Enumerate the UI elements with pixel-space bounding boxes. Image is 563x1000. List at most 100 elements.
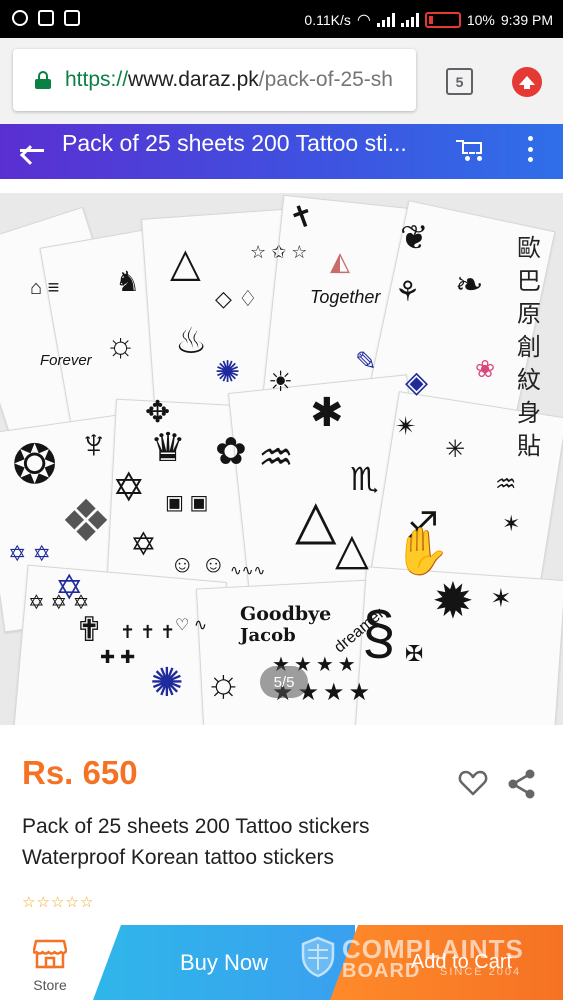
tribal-band-tattoo: § xyxy=(362,599,396,666)
wings-tattoo: ❦ xyxy=(400,219,429,257)
side-char: 原 xyxy=(517,300,541,328)
lock-icon xyxy=(35,71,51,89)
store-button[interactable]: Store xyxy=(16,937,84,997)
cart-icon[interactable] xyxy=(456,136,486,162)
gallery-counter: 5/5 xyxy=(260,666,308,698)
side-char: 巴 xyxy=(517,267,541,295)
image-side-text: 歐 巴 原 創 紋 身 貼 xyxy=(512,232,546,463)
blue-sun-tattoo: ✺ xyxy=(150,661,184,705)
gothic-text-tattoo-2: Jacob xyxy=(240,625,296,646)
tribal-small-tattoo: ✠ xyxy=(405,641,424,666)
side-char: 貼 xyxy=(517,432,541,460)
small-sun-tattoo: ☀ xyxy=(268,366,294,397)
bird-tattoo: ❖ xyxy=(60,489,112,554)
tribal-tattoo: ❧ xyxy=(455,266,484,304)
stars-row-tattoo: ✡ ✡ ✡ xyxy=(28,592,90,614)
triangle-tattoo-2: △ xyxy=(335,525,369,574)
cross-tattoo-2: ✟ xyxy=(75,611,104,649)
wifi-icon: ◠ xyxy=(356,12,371,29)
star-tattoo-small: ✶ xyxy=(502,511,521,536)
script-tattoo: Together xyxy=(310,287,381,307)
battery-saver-icon xyxy=(38,10,54,26)
side-char: 創 xyxy=(517,333,541,361)
spider-tattoo: ✱ xyxy=(310,391,344,435)
signal-icon xyxy=(376,13,395,27)
store-icon xyxy=(33,939,67,969)
tribal-flame-tattoo: ♨ xyxy=(175,320,208,361)
blue-star-tattoo: ✡ ✡ xyxy=(8,541,51,566)
blue-script-tattoo: ✎ xyxy=(355,346,377,376)
status-right: 0.11K/s ◠ 10% 9:39 PM xyxy=(304,10,553,30)
back-arrow-icon[interactable] xyxy=(16,136,46,166)
url-text[interactable]: https://www.daraz.pk/pack-of-25-sh xyxy=(65,68,393,92)
dragon-tattoo: ♒ xyxy=(258,436,294,480)
wishlist-heart-icon[interactable] xyxy=(458,769,488,797)
stars-tattoo: ☆ ✩ ☆ xyxy=(250,242,308,262)
star-icon: ☆ xyxy=(36,894,50,911)
smiley-tattoo: ☺ ☺ xyxy=(170,551,226,578)
superman-tattoo: ◈ xyxy=(405,366,429,399)
clock: 9:39 PM xyxy=(500,12,553,28)
network-speed: 0.11K/s xyxy=(304,12,351,28)
heart-tattoo: ♡ ∿ xyxy=(175,617,208,634)
scorpion-tattoo: ♏ xyxy=(350,461,379,497)
app-bar: Pack of 25 sheets 200 Tattoo sti... xyxy=(0,124,563,179)
watermark-since: SINCE 2004 xyxy=(440,966,522,978)
angel-tattoo: ♛ xyxy=(150,426,186,470)
battery-icon xyxy=(424,12,461,28)
notification-icons xyxy=(12,10,80,26)
music-icon xyxy=(12,10,28,26)
sun-tattoo-2: ☼ xyxy=(205,661,242,705)
lion-tattoo: ♞ xyxy=(115,266,141,297)
side-char: 身 xyxy=(517,399,541,427)
status-bar: 0.11K/s ◠ 10% 9:39 PM xyxy=(0,0,563,38)
pink-tattoo: ❀ xyxy=(475,356,496,383)
tree-tattoo: ⚘ xyxy=(395,276,421,307)
product-title-line-2: Waterproof Korean tattoo stickers xyxy=(22,846,335,869)
battery-percent: 10% xyxy=(466,12,495,28)
star-icon: ☆ xyxy=(50,894,65,911)
share-icon[interactable] xyxy=(506,768,538,800)
complaints-board-watermark: COMPLAINTS BOARD SINCE 2004 xyxy=(300,932,540,984)
rating-stars[interactable]: ☆ ☆ ☆ ☆ ☆ xyxy=(22,895,93,910)
lotus-tattoo: ✿ xyxy=(215,431,247,473)
url-host: www.daraz.pk xyxy=(128,68,259,91)
sun-tattoo: ☼ xyxy=(105,326,137,364)
tattoo-sheet xyxy=(12,564,228,725)
star-icon: ☆ xyxy=(65,894,79,911)
triangle-tattoo: △ xyxy=(295,490,337,550)
side-char: 紋 xyxy=(517,366,541,394)
small-symbols-tattoo: ▣ ▣ xyxy=(165,492,209,514)
product-title: Pack of 25 sheets 200 Tattoo stickers Wa… xyxy=(22,811,482,873)
url-bar[interactable]: https://www.daraz.pk/pack-of-25-sh xyxy=(13,49,416,111)
store-label: Store xyxy=(33,977,67,993)
update-icon[interactable] xyxy=(512,67,542,97)
star-tattoo-2: ✶ xyxy=(490,583,512,613)
mandala-tattoo: ❂ xyxy=(12,435,58,495)
url-scheme: https:// xyxy=(65,68,129,91)
browser-toolbar: https://www.daraz.pk/pack-of-25-sh 5 xyxy=(0,38,563,124)
url-path: /pack-of-25-sh xyxy=(258,68,393,91)
star-triangle-tattoo: ✡ xyxy=(112,466,146,510)
blue-tattoo: ✺ xyxy=(215,356,241,389)
geometric-tattoo: ◭ xyxy=(330,246,350,276)
shield-icon xyxy=(301,936,335,978)
script-tattoo-2: Forever xyxy=(40,352,92,369)
spacer xyxy=(0,179,563,193)
spider-tattoo-2: ✴ xyxy=(395,411,417,441)
hexagram-tattoo: ✡ xyxy=(130,526,157,562)
side-char: 歐 xyxy=(517,234,541,262)
product-image-gallery[interactable]: ✝ ❦ △ ☆ ✩ ☆ ◭ ⌂ ≡ ♞ ◇ ♢ Together ⚘ ❧ ☼ ♨… xyxy=(0,193,563,725)
sun-star-tattoo: ✹ xyxy=(432,573,474,629)
product-price: Rs. 650 xyxy=(22,754,138,791)
praying-hands-tattoo: ✋ xyxy=(393,525,451,577)
crosses-tattoo: ✝ ✝ ✝ xyxy=(120,622,176,642)
triangle-eye-tattoo: △ xyxy=(170,241,201,285)
star-icon: ☆ xyxy=(22,894,36,911)
wave-tattoo: ♒ xyxy=(495,471,517,498)
deer-tattoo: ♆ xyxy=(78,420,110,467)
more-vert-icon[interactable] xyxy=(526,136,534,162)
star-icon: ☆ xyxy=(79,894,94,911)
signal-icon-2 xyxy=(400,13,419,27)
tab-switcher-button[interactable]: 5 xyxy=(446,68,473,95)
